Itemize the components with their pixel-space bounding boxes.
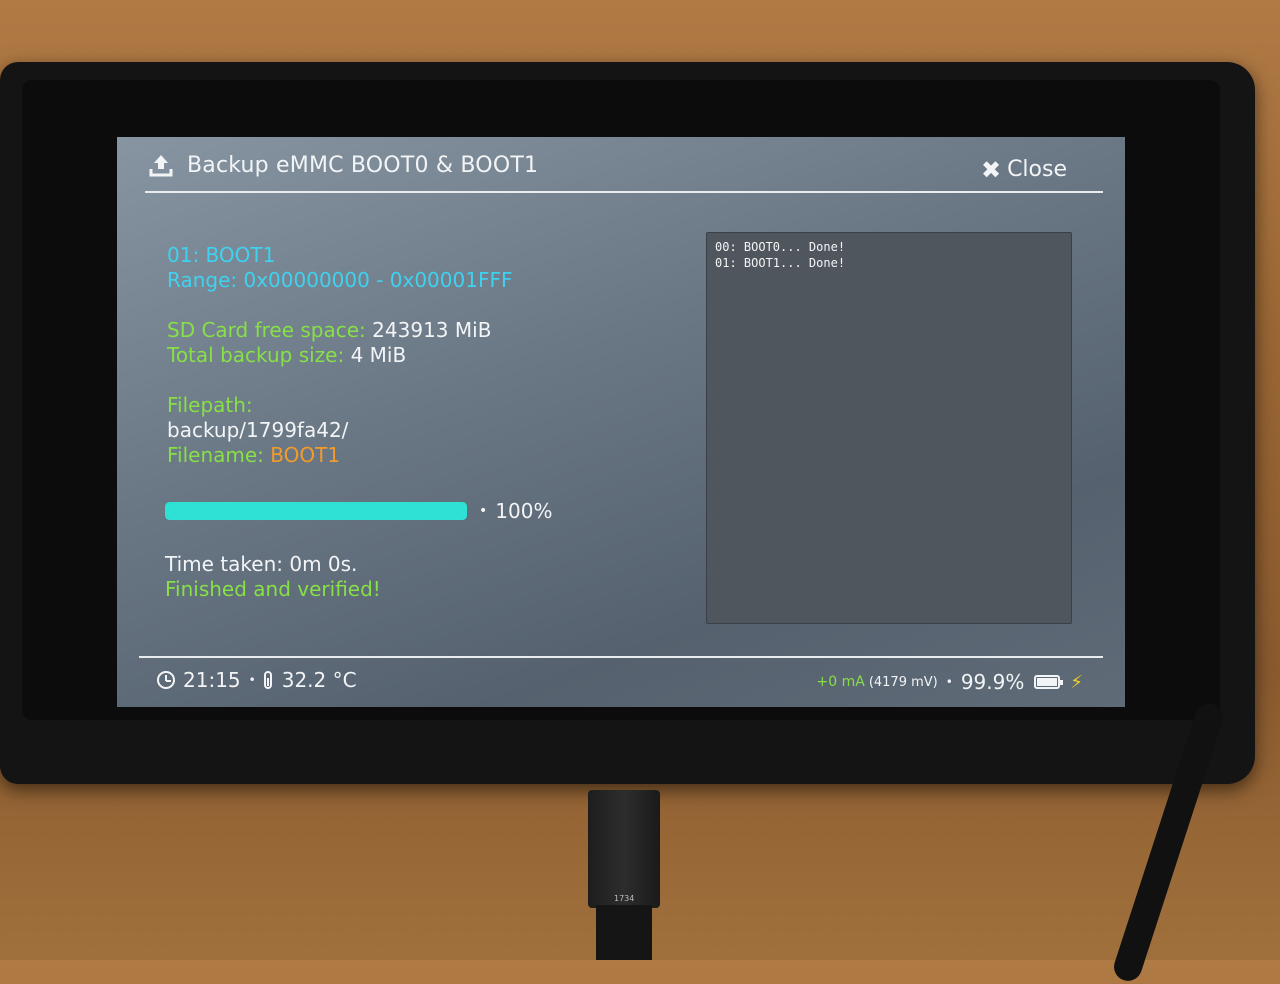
time-taken: Time taken: 0m 0s. bbox=[165, 552, 358, 576]
battery-percent: 99.9% bbox=[960, 670, 1025, 694]
progress-fill bbox=[165, 502, 467, 520]
battery-icon bbox=[1034, 675, 1064, 689]
close-button[interactable]: ✖ Close bbox=[981, 157, 1067, 182]
filepath-label: Filepath: bbox=[167, 393, 253, 417]
header-bar: Backup eMMC BOOT0 & BOOT1 ✖ Close bbox=[145, 151, 1103, 193]
page-title: Backup eMMC BOOT0 & BOOT1 bbox=[187, 153, 539, 178]
sd-free-value: 243913 MiB bbox=[372, 318, 492, 342]
bullet-separator: • bbox=[479, 503, 488, 519]
log-panel[interactable]: 00: BOOT0... Done! 01: BOOT1... Done! bbox=[706, 232, 1072, 624]
status-bar: 21:15 • 32.2 °C +0 mA (4179 mV) • 99.9% … bbox=[139, 656, 1103, 707]
battery-voltage: (4179 mV) bbox=[868, 674, 938, 690]
total-size-value: 4 MiB bbox=[350, 343, 407, 367]
temperature: 32.2 °C bbox=[281, 668, 357, 692]
battery-fill bbox=[1037, 678, 1058, 686]
filename-label: Filename: bbox=[167, 443, 264, 467]
close-icon: ✖ bbox=[980, 155, 1002, 184]
close-label: Close bbox=[1007, 157, 1067, 182]
result-block: Time taken: 0m 0s. Finished and verified… bbox=[165, 552, 381, 602]
status-message: Finished and verified! bbox=[165, 577, 381, 601]
filename-value: BOOT1 bbox=[270, 443, 341, 467]
progress-row: • 100% bbox=[165, 499, 552, 523]
log-line: 00: BOOT0... Done! bbox=[715, 240, 846, 254]
filepath-value: backup/1799fa42/ bbox=[167, 418, 349, 442]
total-size-label: Total backup size: bbox=[167, 343, 345, 367]
upload-icon bbox=[149, 155, 173, 177]
backup-info: 01: BOOT1 Range: 0x00000000 - 0x00001FFF… bbox=[167, 243, 512, 468]
range-label: Range: 0x00000000 - 0x00001FFF bbox=[167, 268, 513, 292]
bullet-separator: • bbox=[248, 673, 256, 687]
bullet-separator: • bbox=[945, 675, 953, 689]
clock-icon bbox=[157, 671, 175, 689]
usb-c-plug: 1734 bbox=[588, 790, 660, 908]
battery-current: +0 mA bbox=[816, 674, 865, 690]
usb-cable bbox=[596, 905, 652, 960]
clock-time: 21:15 bbox=[183, 668, 241, 692]
partition-label: 01: BOOT1 bbox=[167, 243, 276, 267]
sd-free-label: SD Card free space: bbox=[167, 318, 366, 342]
progress-bar bbox=[165, 502, 467, 520]
hekate-screen: Backup eMMC BOOT0 & BOOT1 ✖ Close 01: BO… bbox=[117, 137, 1125, 707]
log-line: 01: BOOT1... Done! bbox=[715, 256, 846, 270]
thermometer-icon bbox=[263, 671, 272, 689]
plug-label: 1734 bbox=[614, 894, 635, 903]
progress-percent: 100% bbox=[495, 499, 553, 523]
charging-bolt-icon: ⚡ bbox=[1070, 671, 1083, 693]
